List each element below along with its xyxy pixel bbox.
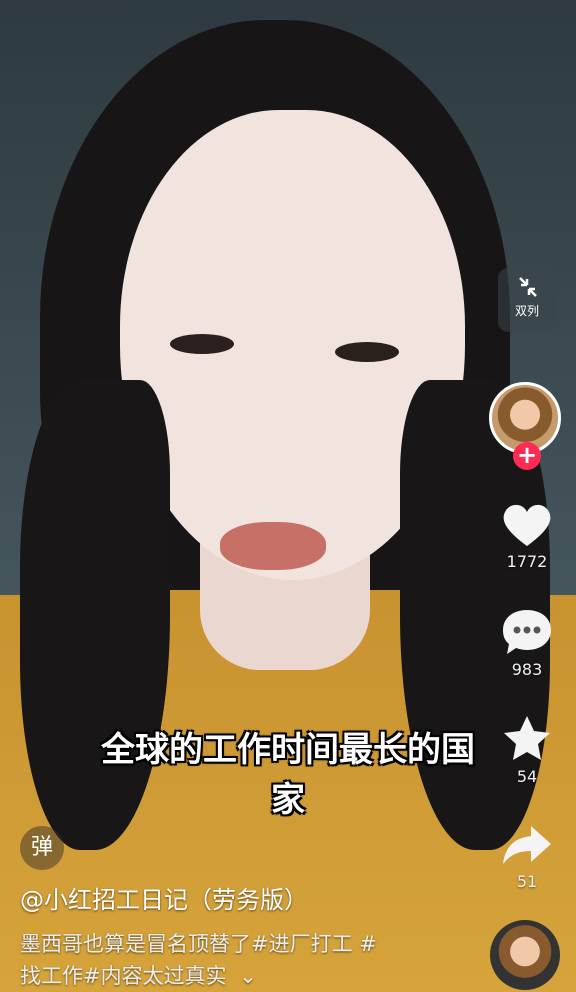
favorite-count: 54	[516, 767, 538, 786]
like-button[interactable]	[491, 496, 563, 552]
video-mouth	[220, 522, 326, 570]
comment-button[interactable]	[491, 604, 563, 658]
danmu-toggle-button[interactable]: 弹	[20, 826, 64, 870]
subtitle-line-2: 家	[271, 780, 305, 820]
description-line-1[interactable]: 墨西哥也算是冒名顶替了#进厂打工 #	[20, 928, 460, 960]
video-eye-right	[335, 342, 399, 362]
music-disc-icon[interactable]	[490, 920, 560, 990]
heart-icon	[503, 504, 551, 546]
subtitle-line-1: 全球的工作时间最长的国	[101, 730, 475, 770]
description-line-2[interactable]: 找工作#内容太过真实 ⌄	[20, 960, 460, 992]
favorite-button[interactable]	[491, 712, 563, 766]
video-screen[interactable]: 全球的工作时间最长的国 家 双列 + 1772 983 54 51 弹 @小红招…	[0, 0, 576, 992]
comment-icon	[503, 610, 551, 654]
shrink-arrows-icon	[498, 268, 556, 302]
dual-column-label: 双列	[514, 304, 539, 318]
follow-button[interactable]: +	[513, 442, 541, 470]
share-button[interactable]	[491, 818, 563, 872]
star-icon	[504, 716, 550, 760]
expand-chevron-icon[interactable]: ⌄	[239, 964, 257, 988]
share-icon	[503, 826, 551, 864]
description-text: 找工作#内容太过真实	[20, 964, 227, 988]
author-name[interactable]: @小红招工日记（劳务版）	[20, 880, 308, 915]
video-eye-left	[170, 334, 234, 354]
like-count: 1772	[506, 552, 548, 571]
share-count: 51	[516, 872, 538, 891]
dual-column-button[interactable]: 双列	[498, 268, 556, 332]
comment-count: 983	[511, 660, 543, 679]
